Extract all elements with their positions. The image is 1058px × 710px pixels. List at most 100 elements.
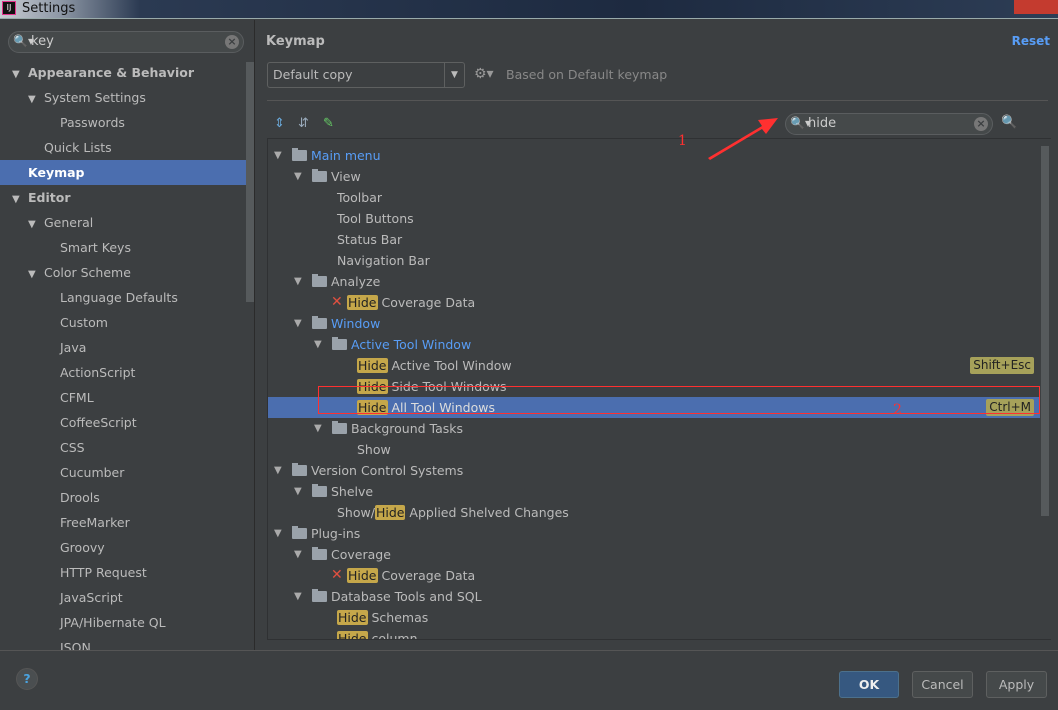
- sidebar-item[interactable]: Java: [0, 335, 246, 360]
- sidebar-item[interactable]: Groovy: [0, 535, 246, 560]
- gear-icon[interactable]: ⚙▾: [474, 66, 494, 82]
- sidebar-item-label: JavaScript: [60, 590, 123, 605]
- label-text: Coverage Data: [377, 568, 476, 583]
- sidebar-item[interactable]: JavaScript: [0, 585, 246, 610]
- tree-row[interactable]: ▼ Analyze: [268, 271, 1040, 292]
- tree-row[interactable]: ▼ Active Tool Window: [268, 334, 1040, 355]
- sidebar-item[interactable]: ▼ Appearance & Behavior: [0, 60, 246, 85]
- expand-arrow-icon[interactable]: ▼: [314, 418, 322, 439]
- sidebar-item[interactable]: Keymap: [0, 160, 246, 185]
- tree-row[interactable]: ▼ Version Control Systems: [268, 460, 1040, 481]
- tree-row[interactable]: ▼ Window: [268, 313, 1040, 334]
- sidebar-item[interactable]: ▼ System Settings: [0, 85, 246, 110]
- label-text: Show/: [337, 505, 375, 520]
- sidebar-item[interactable]: Passwords: [0, 110, 246, 135]
- tree-row[interactable]: Hide Active Tool Window Shift+Esc: [268, 355, 1040, 376]
- tree-row-label: Status Bar: [337, 229, 402, 250]
- expand-arrow-icon[interactable]: ▼: [294, 271, 302, 292]
- expand-arrow-icon[interactable]: ▼: [294, 586, 302, 607]
- tree-row[interactable]: Hide Schemas: [268, 607, 1040, 628]
- sidebar-item-label: CSS: [60, 440, 85, 455]
- label-text: Active Tool Window: [351, 337, 472, 352]
- expand-arrow-icon[interactable]: ▼: [28, 212, 44, 237]
- expand-arrow-icon[interactable]: ▼: [12, 62, 28, 87]
- sidebar-item[interactable]: HTTP Request: [0, 560, 246, 585]
- tree-row[interactable]: ▼ Main menu: [268, 145, 1040, 166]
- reset-link[interactable]: Reset: [1012, 34, 1050, 48]
- settings-sidebar: 🔍▾ key × ▼ Appearance & Behavior ▼ System S…: [0, 20, 255, 650]
- tree-row[interactable]: ▼ Database Tools and SQL: [268, 586, 1040, 607]
- folder-icon: [312, 484, 327, 497]
- sidebar-item[interactable]: JSON: [0, 635, 246, 650]
- clear-search-icon[interactable]: ×: [225, 35, 239, 49]
- expand-all-icon[interactable]: ⇕: [274, 116, 285, 131]
- expand-arrow-icon[interactable]: ▼: [28, 262, 44, 287]
- keymap-select[interactable]: Default copy ▼: [267, 62, 465, 88]
- sidebar-item[interactable]: Language Defaults: [0, 285, 246, 310]
- expand-arrow-icon[interactable]: ▼: [294, 544, 302, 565]
- edit-pencil-icon[interactable]: ✎: [323, 116, 334, 131]
- tree-row[interactable]: Hide column: [268, 628, 1040, 639]
- sidebar-item[interactable]: FreeMarker: [0, 510, 246, 535]
- expand-arrow-icon[interactable]: ▼: [314, 334, 322, 355]
- tree-row[interactable]: Status Bar: [268, 229, 1040, 250]
- expand-arrow-icon[interactable]: ▼: [12, 187, 28, 212]
- divider: [267, 100, 1048, 101]
- expand-arrow-icon[interactable]: ▼: [274, 145, 282, 166]
- sidebar-item[interactable]: Custom: [0, 310, 246, 335]
- expand-arrow-icon[interactable]: ▼: [294, 481, 302, 502]
- sidebar-item[interactable]: Smart Keys: [0, 235, 246, 260]
- tree-row[interactable]: Toolbar: [268, 187, 1040, 208]
- tree-scrollbar[interactable]: [1041, 146, 1049, 516]
- sidebar-item[interactable]: Quick Lists: [0, 135, 246, 160]
- sidebar-item[interactable]: ActionScript: [0, 360, 246, 385]
- tree-row[interactable]: ✕ Hide Coverage Data: [268, 292, 1040, 313]
- ok-button[interactable]: OK: [839, 671, 899, 698]
- close-button[interactable]: [1014, 0, 1058, 14]
- sidebar-item[interactable]: Drools: [0, 485, 246, 510]
- sidebar-item[interactable]: CSS: [0, 435, 246, 460]
- apply-button[interactable]: Apply: [986, 671, 1047, 698]
- label-text: View: [331, 169, 361, 184]
- tree-row[interactable]: ▼ View: [268, 166, 1040, 187]
- sidebar-item-label: Language Defaults: [60, 290, 178, 305]
- expand-arrow-icon[interactable]: ▼: [294, 313, 302, 334]
- tree-row[interactable]: ▼ Background Tasks: [268, 418, 1040, 439]
- label-text: Coverage: [331, 547, 391, 562]
- expand-arrow-icon[interactable]: ▼: [294, 166, 302, 187]
- cancel-button[interactable]: Cancel: [912, 671, 973, 698]
- help-icon[interactable]: ?: [16, 668, 38, 690]
- sidebar-item[interactable]: ▼ Editor: [0, 185, 246, 210]
- tree-row-label: Hide column: [337, 628, 418, 639]
- tree-row[interactable]: Show/Hide Applied Shelved Changes: [268, 502, 1040, 523]
- sidebar-item[interactable]: Cucumber: [0, 460, 246, 485]
- keymap-filter-input[interactable]: 🔍▾ hide ×: [785, 113, 993, 135]
- expand-arrow-icon[interactable]: ▼: [274, 523, 282, 544]
- tree-row[interactable]: ▼ Plug-ins: [268, 523, 1040, 544]
- find-by-shortcut-icon[interactable]: 🔍: [1001, 115, 1017, 130]
- folder-icon: [292, 463, 307, 476]
- sidebar-item[interactable]: ▼ General: [0, 210, 246, 235]
- sidebar-item-label: Smart Keys: [60, 240, 131, 255]
- sidebar-item-label: HTTP Request: [60, 565, 147, 580]
- tree-row[interactable]: ▼ Shelve: [268, 481, 1040, 502]
- tree-row[interactable]: Show: [268, 439, 1040, 460]
- tree-row[interactable]: ▼ Coverage: [268, 544, 1040, 565]
- sidebar-item[interactable]: CFML: [0, 385, 246, 410]
- tree-row[interactable]: ✕ Hide Coverage Data: [268, 565, 1040, 586]
- collapse-all-icon[interactable]: ⇵: [298, 116, 309, 131]
- settings-search-input[interactable]: 🔍▾ key ×: [8, 31, 244, 53]
- sidebar-item[interactable]: CoffeeScript: [0, 410, 246, 435]
- tree-row[interactable]: Tool Buttons: [268, 208, 1040, 229]
- search-match-highlight: Hide: [347, 295, 378, 310]
- sidebar-item[interactable]: ▼ Color Scheme: [0, 260, 246, 285]
- tree-row[interactable]: Navigation Bar: [268, 250, 1040, 271]
- tree-row-label: Analyze: [331, 271, 380, 292]
- expand-arrow-icon[interactable]: ▼: [28, 87, 44, 112]
- sidebar-item[interactable]: JPA/Hibernate QL: [0, 610, 246, 635]
- sidebar-scrollbar[interactable]: [246, 62, 254, 302]
- sidebar-item-label: Appearance & Behavior: [28, 65, 194, 80]
- clear-filter-icon[interactable]: ×: [974, 117, 988, 131]
- expand-arrow-icon[interactable]: ▼: [274, 460, 282, 481]
- tree-row-label: View: [331, 166, 361, 187]
